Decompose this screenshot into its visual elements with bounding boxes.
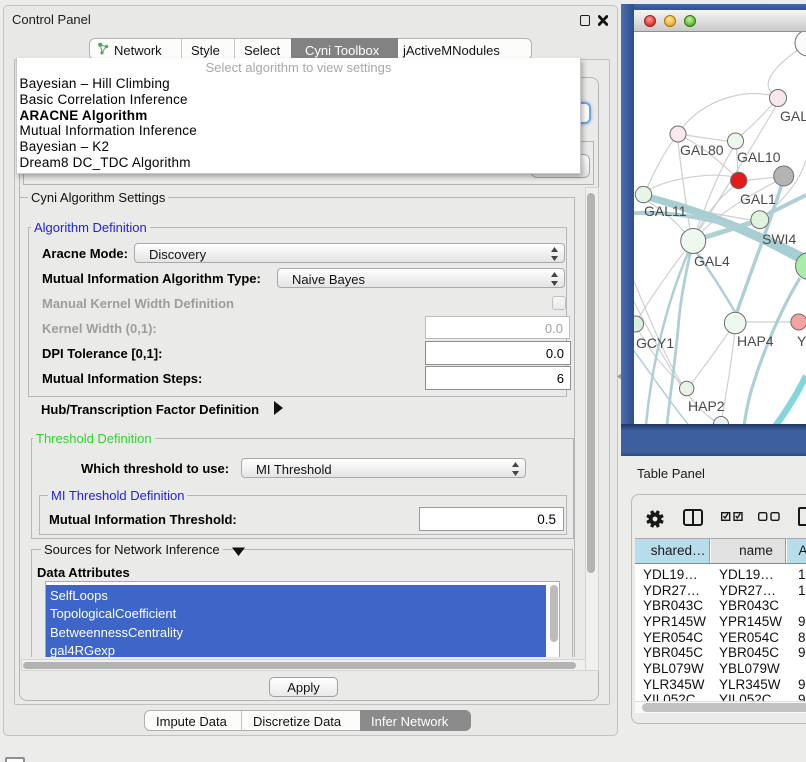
svg-text:GAL10: GAL10 [737, 149, 781, 165]
svg-text:HAP4: HAP4 [737, 333, 774, 349]
svg-text:GAL80: GAL80 [680, 142, 724, 158]
svg-text:Y: Y [797, 333, 806, 349]
svg-text:GAL1: GAL1 [740, 191, 776, 207]
svg-text:HAP2: HAP2 [688, 398, 725, 414]
svg-text:GAL11: GAL11 [644, 203, 687, 219]
svg-text:GAL4: GAL4 [694, 253, 730, 269]
svg-text:GAL7: GAL7 [780, 108, 806, 124]
svg-text:SWI4: SWI4 [762, 231, 796, 247]
svg-text:GCY1: GCY1 [636, 335, 674, 351]
